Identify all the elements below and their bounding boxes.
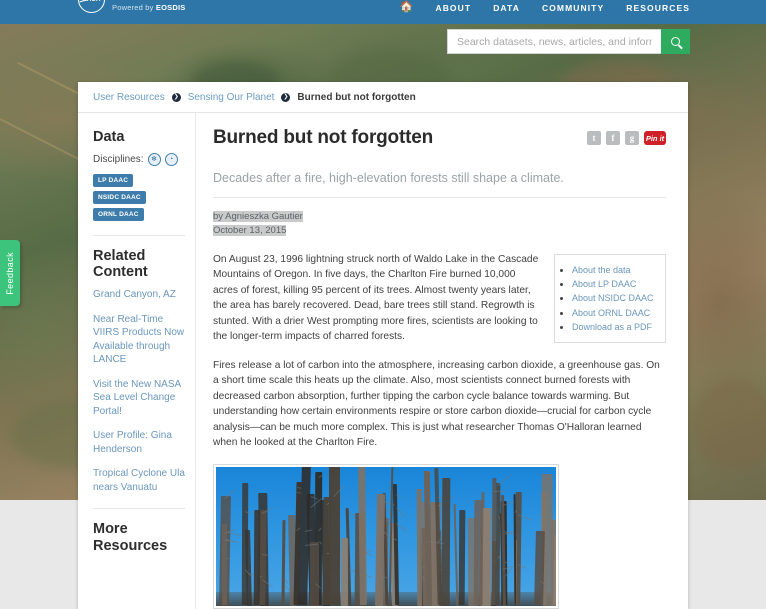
sidebar-divider [93,234,185,236]
arrow-circle-right-icon: ❯ [171,92,181,102]
tree-trunk [416,488,423,606]
sidebar-related-heading: Related Content [93,247,148,281]
badge-ornl-daac[interactable]: ORNL DAAC [93,207,144,221]
related-link-grand-canyon[interactable]: Grand Canyon, AZ [93,288,185,302]
byline-date: October 13, 2015 [213,224,287,236]
tree-trunk [553,535,556,606]
infobox-link-about-nsidc-daac[interactable]: About NSIDC DAAC [572,293,654,303]
nasa-meatball-icon: NASA [78,0,105,13]
tree-trunk [392,484,399,606]
googleplus-share-button[interactable]: g [625,131,639,145]
facebook-share-button[interactable]: f [606,131,620,145]
search-icon [671,37,680,46]
subtitle-divider [213,197,666,198]
tree-trunk [458,510,466,606]
social-share-bar: t f g Pin it [587,127,666,145]
home-icon[interactable]: 🏠 [400,2,414,13]
cryosphere-icon[interactable]: ❄ [147,152,161,166]
nav-item-resources[interactable]: RESOURCES [626,3,690,13]
tree-trunk [241,483,248,606]
pinterest-share-button[interactable]: Pin it [644,131,666,145]
tree-trunk [357,467,367,606]
page-content-card: User Resources ❯ Sensing Our Planet ❯ Bu… [78,82,688,609]
breadcrumb-item-sensing-our-planet[interactable]: Sensing Our Planet [188,92,275,103]
twitter-share-button[interactable]: t [587,131,601,145]
brand-logo[interactable]: NASA EARTHDATA Powered by EOSDIS [78,0,209,13]
sidebar: Data Disciplines: ❄ ◔ LP DAAC NSIDC DAAC… [78,113,196,609]
sidebar-data-heading: Data [93,129,125,145]
article: Burned but not forgotten t f g Pin it De… [196,113,688,609]
disciplines-row: Disciplines: ❄ ◔ [93,152,185,166]
list-item: About NSIDC DAAC [572,291,659,305]
tree-trunk [474,500,484,606]
nav-item-community[interactable]: COMMUNITY [542,3,604,13]
tree-trunk [309,541,320,606]
tree-branch [497,474,511,487]
badge-nsidc-daac[interactable]: NSIDC DAAC [93,190,146,204]
site-search [447,29,690,54]
infobox-link-download-pdf[interactable]: Download as a PDF [572,322,652,332]
infobox-link-about-ornl-daac[interactable]: About ORNL DAAC [572,308,650,318]
nasa-logo-text: NASA [82,0,100,3]
about-the-data-box: About the data About LP DAAC About NSIDC… [554,253,666,344]
feedback-tab-label: Feedback [5,251,15,295]
tree-trunk [254,510,261,606]
related-link-user-profile[interactable]: User Profile: Gina Henderson [93,429,185,456]
feedback-tab[interactable]: Feedback [0,240,20,306]
list-item: About LP DAAC [572,277,659,291]
tree-trunk [441,477,451,606]
tree-branch [395,523,407,533]
related-link-viirs-lance[interactable]: Near Real-Time VIIRS Products Now Availa… [93,313,185,367]
daac-badge-list: LP DAAC NSIDC DAAC ORNL DAAC [93,173,185,221]
list-item: Download as a PDF [572,320,659,334]
search-submit-button[interactable] [661,29,690,54]
tree-branch [493,490,506,492]
tree-trunk [340,537,348,606]
sidebar-more-resources-heading: More Resources [93,521,168,554]
badge-lp-daac[interactable]: LP DAAC [93,173,134,187]
burned-forest-photo [216,466,556,606]
page-title: Burned but not forgotten [213,127,433,148]
search-input[interactable] [447,29,661,54]
list-item: About the data [572,263,659,277]
disciplines-label: Disciplines: [93,153,144,165]
article-paragraph-2: Fires release a lot of carbon into the a… [213,359,660,449]
brand-title: EARTHDATA [112,0,209,2]
byline-author: by Agnieszka Gautier [213,211,303,222]
breadcrumb-item-user-resources[interactable]: User Resources [93,92,165,103]
nav-item-about[interactable]: ABOUT [435,3,471,13]
article-byline: by Agnieszka Gautier October 13, 2015 [213,210,666,238]
infobox-link-about-lp-daac[interactable]: About LP DAAC [572,279,636,289]
related-link-tropical-cyclone[interactable]: Tropical Cyclone Ula nears Vanuatu [93,467,185,494]
tree-trunk [491,478,497,606]
tree-trunk [221,524,228,606]
tree-trunk [453,504,459,606]
brand-tagline: Powered by EOSDIS [112,4,209,12]
related-content-list: Grand Canyon, AZ Near Real-Time VIIRS Pr… [93,288,185,494]
tree-trunk [329,466,340,606]
tree-branch [395,507,406,518]
article-subtitle: Decades after a fire, high-elevation for… [213,171,564,185]
site-header-bar: NASA EARTHDATA Powered by EOSDIS 🏠 ABOUT… [0,0,766,24]
related-link-sea-level-portal[interactable]: Visit the New NASA Sea Level Change Port… [93,378,185,419]
list-item: About ORNL DAAC [572,306,659,320]
land-surface-icon[interactable]: ◔ [164,152,178,166]
main-navigation: 🏠 ABOUT DATA COMMUNITY RESOURCES [400,2,690,13]
article-photo-frame [213,463,559,609]
nav-item-data[interactable]: DATA [493,3,520,13]
brand-tagline-prefix: Powered by [112,3,156,13]
breadcrumb: User Resources ❯ Sensing Our Planet ❯ Bu… [78,82,688,113]
sidebar-divider-2 [93,508,185,510]
breadcrumb-item-current: Burned but not forgotten [297,91,416,103]
infobox-link-about-the-data[interactable]: About the data [572,265,631,275]
brand-tagline-eosdis: EOSDIS [155,3,186,13]
arrow-circle-right-icon: ❯ [281,92,291,102]
